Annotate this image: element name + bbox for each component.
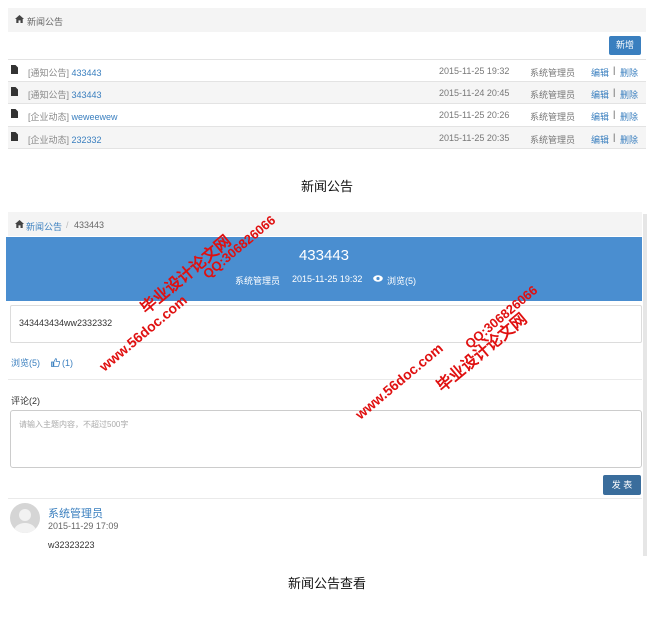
row-author: 系统管理员 (530, 90, 576, 100)
comment-user[interactable]: 系统管理员 (48, 505, 103, 521)
breadcrumb: 新闻公告 / 433443 (8, 212, 642, 236)
row-separator: | (613, 65, 616, 75)
delete-link[interactable]: 删除 (620, 88, 638, 101)
row-title-link[interactable]: 433443 (72, 68, 102, 78)
document-icon (11, 132, 18, 141)
article-stats: 浏览(5) (1) (11, 356, 73, 369)
edit-link[interactable]: 编辑 (591, 110, 609, 123)
delete-link[interactable]: 删除 (620, 66, 638, 79)
row-title-link[interactable]: 343443 (72, 90, 102, 100)
edit-link[interactable]: 编辑 (591, 133, 609, 146)
article-date: 2015-11-25 19:32 (292, 274, 363, 284)
home-icon[interactable] (15, 15, 24, 23)
table-row: [企业动态] 232332 2015-11-25 20:35 系统管理员 编辑 … (8, 126, 646, 149)
likes-count[interactable]: (1) (62, 358, 73, 368)
caption-view: 新闻公告查看 (287, 577, 366, 592)
thumbs-up-icon[interactable] (50, 358, 60, 367)
row-date: 2015-11-25 20:26 (439, 110, 510, 120)
divider (8, 148, 646, 149)
comments-label: 评论(2) (11, 396, 40, 406)
document-icon (11, 65, 18, 74)
document-icon (11, 87, 18, 96)
delete-link[interactable]: 删除 (620, 110, 638, 123)
scrollbar[interactable] (643, 214, 647, 556)
row-date: 2015-11-25 19:32 (439, 66, 510, 76)
edit-link[interactable]: 编辑 (591, 88, 609, 101)
avatar (10, 503, 40, 533)
home-icon[interactable] (15, 220, 24, 228)
row-author: 系统管理员 (530, 68, 576, 78)
table-row: [企业动态] weweewew 2015-11-25 20:26 系统管理员 编… (8, 103, 646, 126)
table-row: [通知公告] 433443 2015-11-25 19:32 系统管理员 编辑 … (8, 59, 646, 82)
row-author: 系统管理员 (530, 135, 576, 145)
edit-link[interactable]: 编辑 (591, 66, 609, 79)
post-button[interactable]: 发 表 (603, 475, 641, 495)
breadcrumb-link[interactable]: 新闻公告 (26, 220, 62, 233)
table-row: [通知公告] 343443 2015-11-24 20:45 系统管理员 编辑 … (8, 81, 646, 104)
row-category: [企业动态] (28, 112, 70, 122)
comment-placeholder: 请输入主题内容，不超过500字 (19, 420, 129, 429)
row-author: 系统管理员 (530, 112, 576, 122)
row-separator: | (613, 87, 616, 97)
row-category: [通知公告] (28, 68, 70, 78)
comment-time: 2015-11-29 17:09 (48, 521, 119, 531)
document-icon (11, 109, 18, 118)
article-views: 浏览(5) (387, 276, 416, 286)
article-body: 343443434ww2332332 (19, 318, 113, 328)
divider (8, 379, 642, 380)
row-category: [企业动态] (28, 135, 70, 145)
row-title-link[interactable]: 232332 (72, 135, 102, 145)
add-button[interactable]: 新增 (609, 36, 641, 55)
article-content: 343443434ww2332332 (10, 305, 642, 343)
row-separator: | (613, 109, 616, 119)
row-separator: | (613, 132, 616, 142)
row-date: 2015-11-25 20:35 (439, 133, 510, 143)
row-title-link[interactable]: weweewew (72, 112, 118, 122)
article-author: 系统管理员 (235, 276, 281, 286)
row-date: 2015-11-24 20:45 (439, 88, 510, 98)
article-header: 433443 系统管理员 2015-11-25 19:32 浏览(5) (6, 237, 642, 301)
caption-list: 新闻公告 (300, 180, 353, 195)
delete-link[interactable]: 删除 (620, 133, 638, 146)
breadcrumb-separator: / (66, 220, 69, 230)
row-category: [通知公告] (28, 90, 70, 100)
user-icon (14, 509, 36, 533)
comment-text: w32323223 (48, 540, 95, 550)
article-title: 433443 (298, 247, 350, 264)
comment-input[interactable]: 请输入主题内容，不超过500字 (10, 410, 642, 468)
divider (8, 498, 642, 499)
eye-icon (373, 275, 383, 282)
breadcrumb-text[interactable]: 新闻公告 (27, 15, 63, 28)
views-link[interactable]: 浏览(5) (11, 358, 40, 368)
breadcrumb-current: 433443 (74, 220, 105, 230)
breadcrumb: 新闻公告 (8, 8, 646, 32)
